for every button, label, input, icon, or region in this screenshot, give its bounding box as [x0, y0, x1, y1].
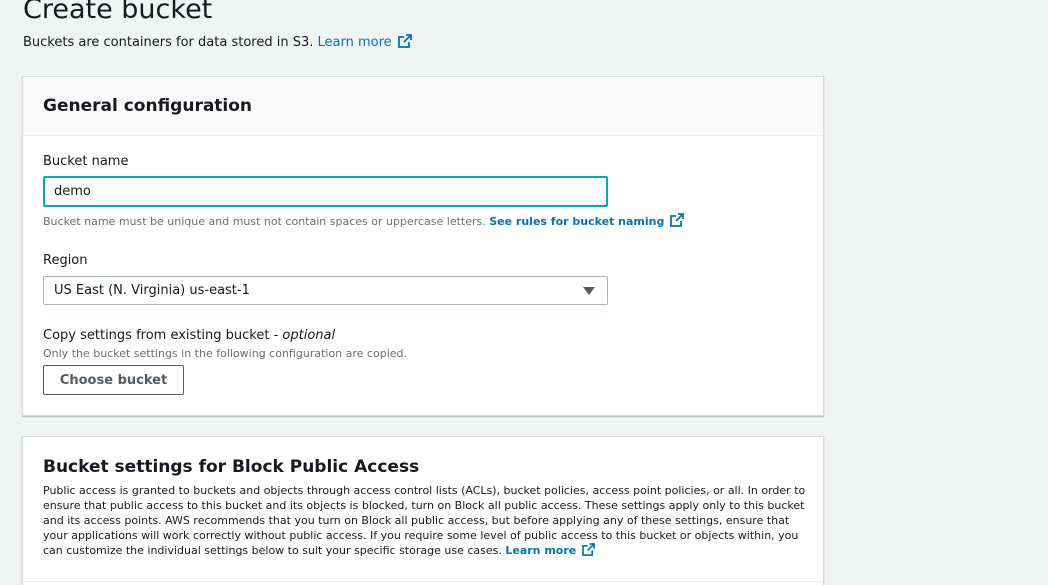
page-description-text: Buckets are containers for data stored i…	[23, 35, 314, 50]
region-select[interactable]: US East (N. Virginia) us-east-1	[43, 276, 608, 305]
bucket-name-hint: Bucket name must be unique and must not …	[43, 213, 685, 228]
bucket-name-input[interactable]	[43, 176, 608, 207]
general-configuration-title: General configuration	[43, 96, 253, 116]
block-public-access-title: Bucket settings for Block Public Access	[43, 457, 420, 477]
copy-settings-label: Copy settings from existing bucket - opt…	[43, 328, 336, 343]
external-link-icon	[397, 34, 412, 48]
caret-down-icon	[583, 287, 595, 295]
external-link-icon	[670, 213, 685, 227]
panel-header: General configuration	[23, 77, 823, 136]
general-configuration-panel: General configuration Bucket name Bucket…	[22, 76, 824, 416]
block-public-access-description: Public access is granted to buckets and …	[43, 484, 806, 557]
choose-bucket-button[interactable]: Choose bucket	[43, 365, 184, 395]
region-label: Region	[43, 253, 88, 268]
bucket-name-label: Bucket name	[43, 154, 129, 169]
page-description: Buckets are containers for data stored i…	[23, 34, 412, 50]
learn-more-link[interactable]: Learn more	[318, 34, 412, 50]
page-title: Create bucket	[23, 0, 213, 25]
block-public-access-panel: Bucket settings for Block Public Access …	[22, 436, 824, 585]
bpa-learn-more-link[interactable]: Learn more	[505, 543, 596, 557]
region-selected-value: US East (N. Virginia) us-east-1	[54, 283, 250, 298]
external-link-icon	[582, 543, 596, 556]
divider	[23, 581, 823, 582]
bucket-naming-rules-link[interactable]: See rules for bucket naming	[489, 213, 685, 228]
copy-settings-hint: Only the bucket settings in the followin…	[43, 347, 407, 360]
optional-tag: optional	[282, 328, 336, 343]
